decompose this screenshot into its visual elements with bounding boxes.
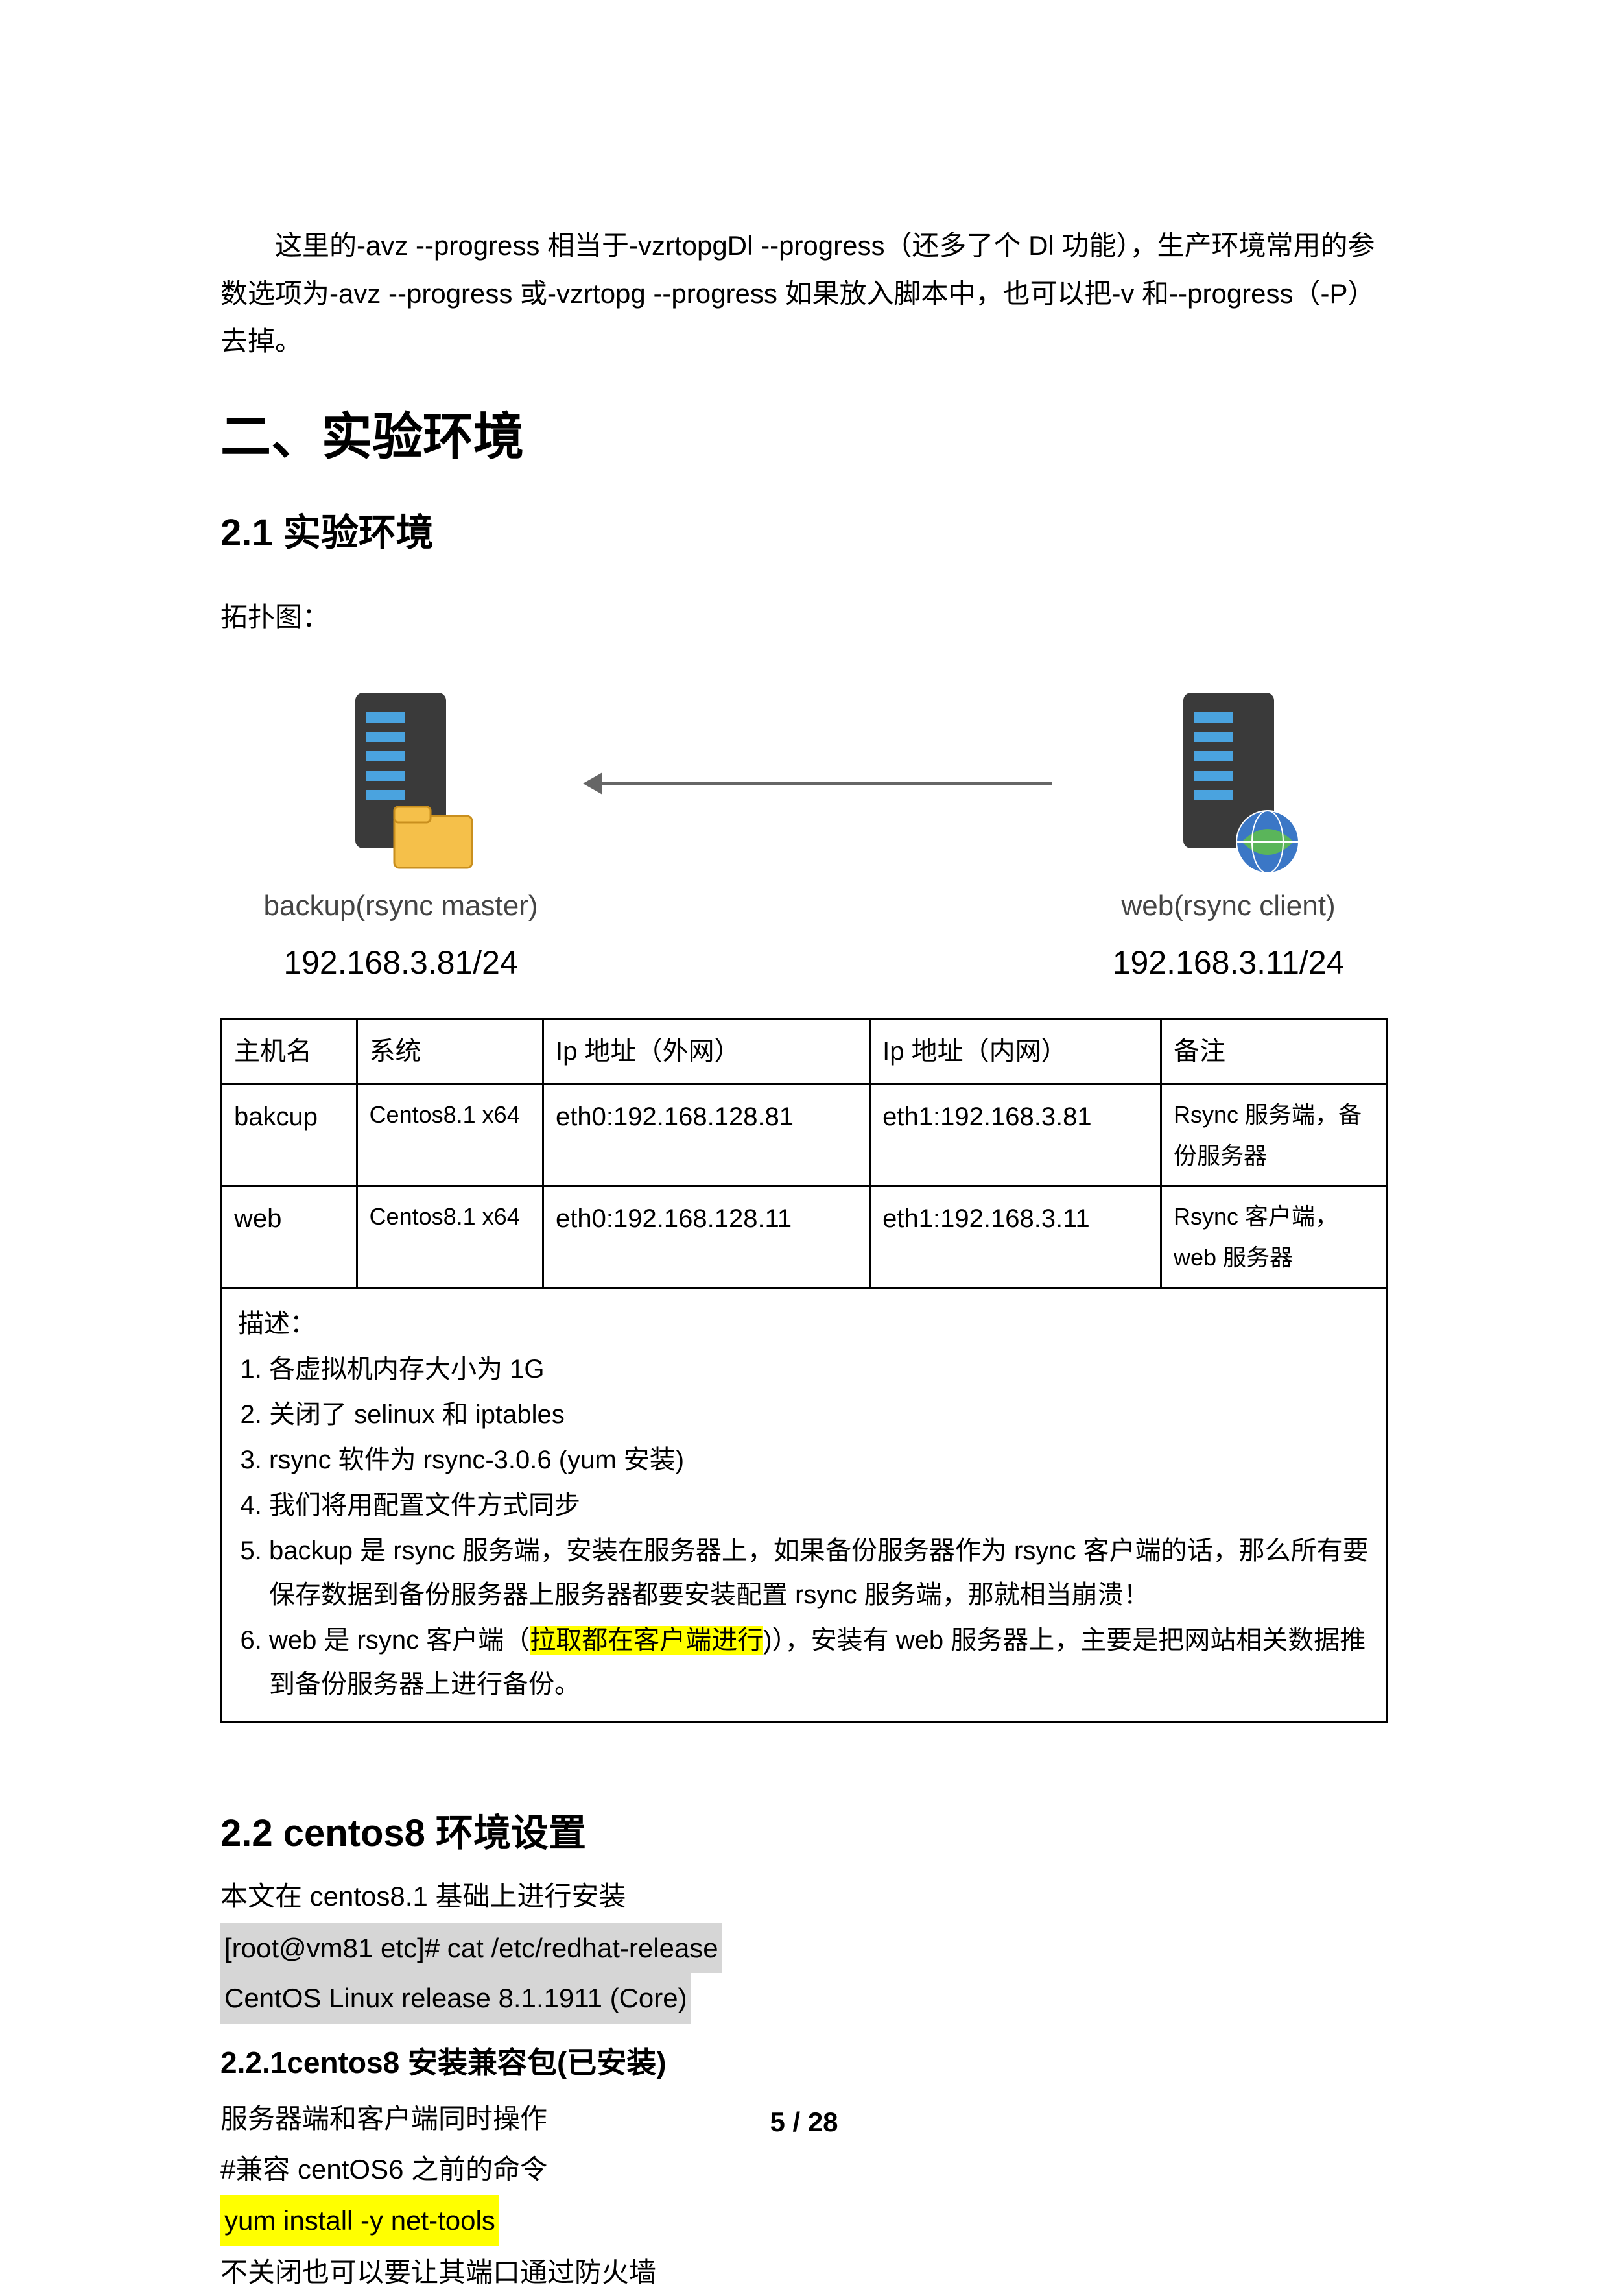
table-header-row: 主机名 系统 Ip 地址（外网） Ip 地址（内网） 备注: [222, 1018, 1387, 1084]
list-item: web 是 rsync 客户端（拉取都在客户端进行)），安装有 web 服务器上…: [269, 1618, 1370, 1706]
table-row: bakcup Centos8.1 x64 eth0:192.168.128.81…: [222, 1084, 1387, 1186]
table-row: web Centos8.1 x64 eth0:192.168.128.11 et…: [222, 1186, 1387, 1287]
code-line: [root@vm81 etc]# cat /etc/redhat-release: [220, 1923, 722, 1974]
page-footer: 5 / 28: [0, 2098, 1608, 2146]
backup-ip: 192.168.3.81/24: [283, 935, 517, 992]
heading-2-1: 2.1 实验环境: [220, 500, 1388, 566]
col-ip-wan: Ip 地址（外网）: [543, 1018, 870, 1084]
list-item: 关闭了 selinux 和 iptables: [269, 1393, 1370, 1437]
col-hostname: 主机名: [222, 1018, 357, 1084]
server-backup-icon: [316, 680, 485, 874]
table-desc-row: 描述： 各虚拟机内存大小为 1G 关闭了 selinux 和 iptables …: [222, 1287, 1387, 1721]
heading-2-2-1: 2.2.1centos8 安装兼容包(已安装): [220, 2037, 1388, 2089]
s22-intro: 本文在 centos8.1 基础上进行安装: [220, 1872, 1388, 1920]
highlight-text: 拉取都在客户端进行: [530, 1626, 763, 1655]
heading-experiment-env: 二、实验环境: [220, 392, 1388, 481]
code-line: CentOS Linux release 8.1.1911 (Core): [220, 1973, 691, 2024]
code-install: yum install -y net-tools: [220, 2195, 499, 2246]
list-item: backup 是 rsync 服务端，安装在服务器上，如果备份服务器作为 rsy…: [269, 1529, 1370, 1617]
web-label: web(rsync client): [1122, 881, 1336, 931]
server-web-icon: [1144, 680, 1313, 874]
backup-server-node: backup(rsync master) 192.168.3.81/24: [264, 680, 538, 992]
list-item: rsync 软件为 rsync-3.0.6 (yum 安装): [269, 1438, 1370, 1482]
topology-label: 拓扑图：: [220, 593, 1388, 641]
col-system: 系统: [357, 1018, 543, 1084]
desc-title: 描述：: [238, 1302, 1370, 1346]
s221-line2: #兼容 centOS6 之前的命令: [220, 2146, 1388, 2194]
arrow-icon: [598, 782, 1052, 785]
topology-diagram: backup(rsync master) 192.168.3.81/24: [220, 680, 1388, 992]
list-item: 各虚拟机内存大小为 1G: [269, 1347, 1370, 1391]
backup-label: backup(rsync master): [264, 881, 538, 931]
heading-2-2: 2.2 centos8 环境设置: [220, 1800, 1388, 1867]
s221-line3: 不关闭也可以要让其端口通过防火墙: [220, 2249, 1388, 2296]
list-item: 我们将用配置文件方式同步: [269, 1483, 1370, 1527]
col-ip-lan: Ip 地址（内网）: [870, 1018, 1161, 1084]
host-table: 主机名 系统 Ip 地址（外网） Ip 地址（内网） 备注 bakcup Cen…: [220, 1018, 1388, 1723]
intro-paragraph: 这里的-avz --progress 相当于-vzrtopgDl --progr…: [220, 222, 1388, 365]
web-client-node: web(rsync client) 192.168.3.11/24: [1113, 680, 1345, 992]
col-remark: 备注: [1161, 1018, 1387, 1084]
web-ip: 192.168.3.11/24: [1113, 935, 1345, 992]
